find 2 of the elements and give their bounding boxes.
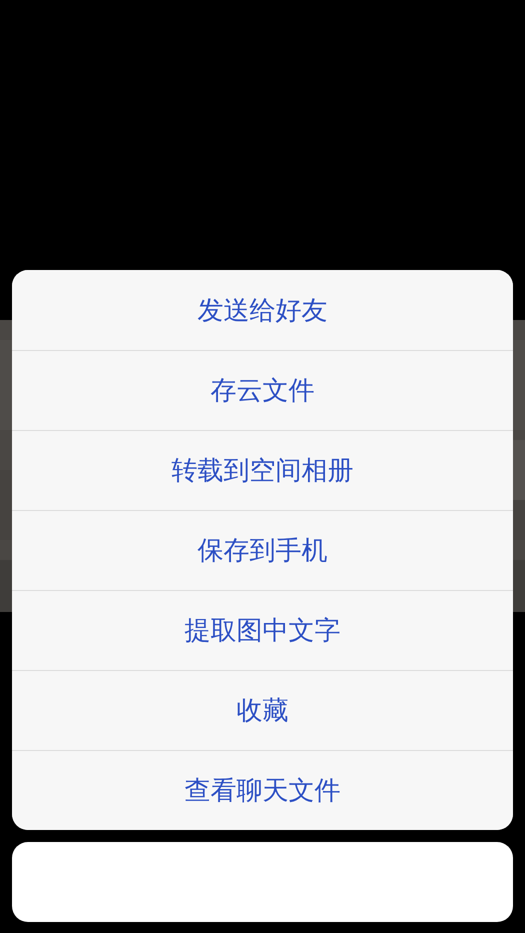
blank-button[interactable] [12,842,513,922]
menu-item[interactable]: 查看聊天文件 [12,750,513,830]
